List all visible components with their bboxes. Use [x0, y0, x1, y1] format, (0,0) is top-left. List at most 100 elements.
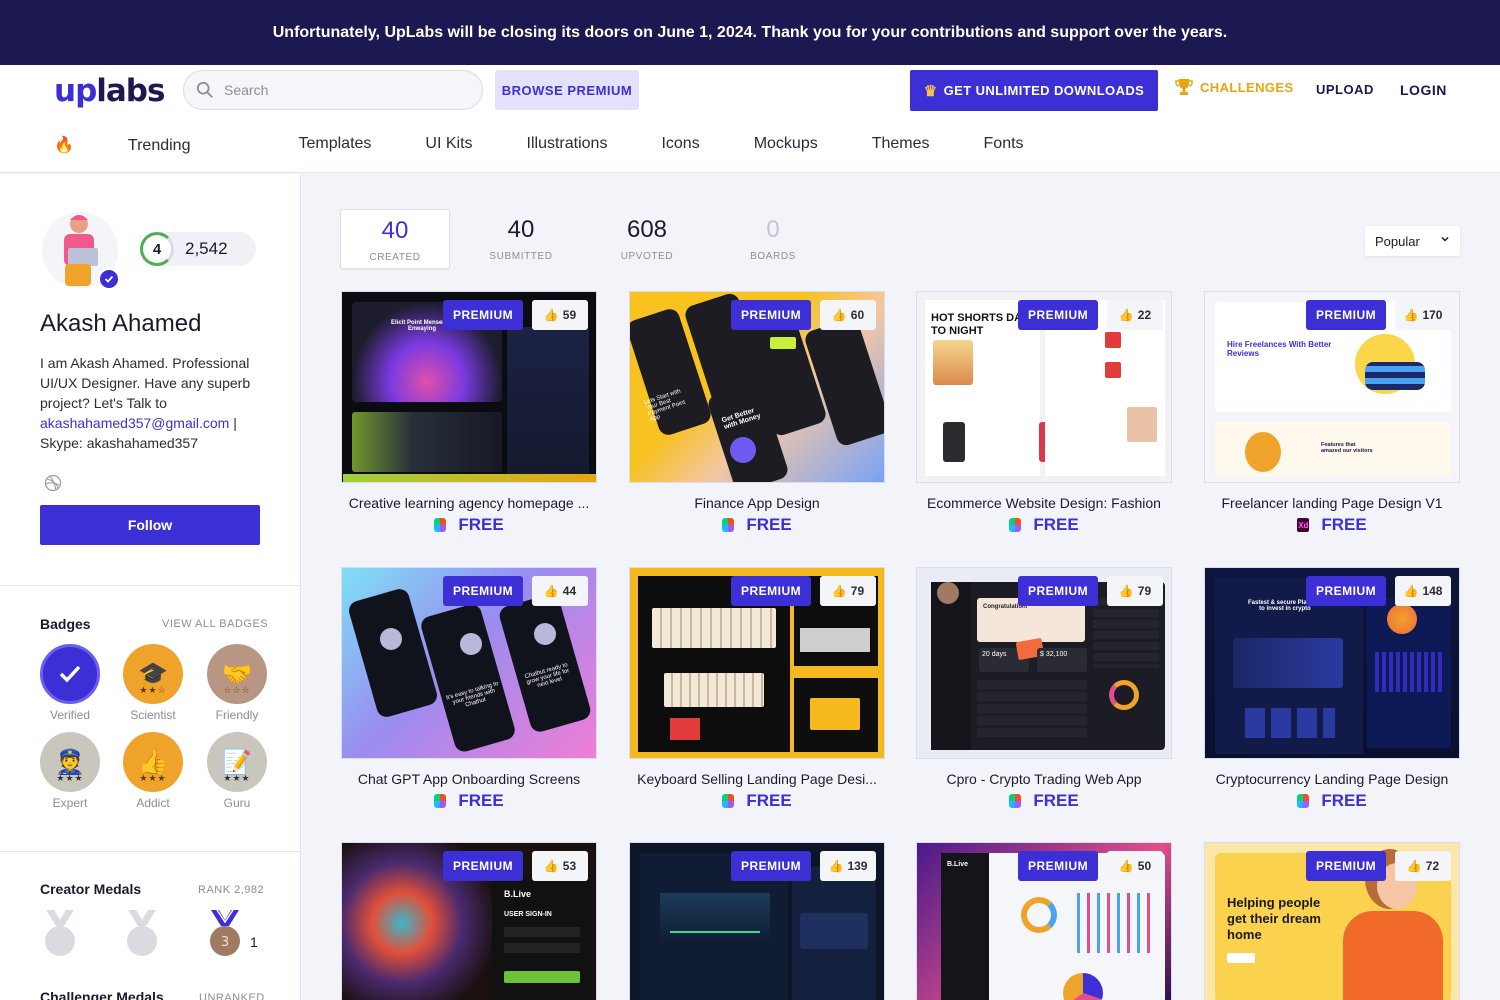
thumbs-up-icon: 👍	[543, 859, 559, 873]
price-label: FREE	[1321, 791, 1367, 810]
design-card[interactable]: Congratulation! 20 days $ 32,100 PREMIUM…	[916, 567, 1172, 811]
figma-icon	[434, 794, 447, 808]
design-card[interactable]: HOT SHORTS DAY TO NIGHT PREMIUM 👍 22 Ecom…	[916, 291, 1172, 535]
thumbs-up-icon: 👍	[1403, 584, 1419, 598]
badge-label: Friendly	[215, 708, 259, 722]
nav-ui-kits[interactable]: UI Kits	[425, 135, 472, 155]
figma-icon	[1009, 794, 1022, 808]
badge-expert[interactable]: 👮 ★★★ Expert	[40, 732, 100, 810]
premium-badge: PREMIUM	[1306, 576, 1387, 606]
nav-trending[interactable]: 🔥 Trending	[54, 135, 244, 155]
like-button[interactable]: 👍 50	[1107, 851, 1163, 881]
follow-button[interactable]: Follow	[40, 505, 260, 545]
thumb-text: Helping people get their dream home	[1227, 895, 1321, 942]
bronze-medal-number: 3	[221, 935, 229, 950]
price-label: FREE	[746, 515, 792, 534]
card-title[interactable]: Freelancer landing Page Design V1	[1204, 495, 1460, 511]
like-button[interactable]: 👍 59	[532, 300, 588, 330]
card-title[interactable]: Chat GPT App Onboarding Screens	[341, 771, 597, 787]
like-button[interactable]: 👍 79	[820, 576, 876, 606]
nav-templates[interactable]: Templates	[298, 135, 371, 155]
badge-addict[interactable]: 👍 ★★★ Addict	[123, 732, 183, 810]
like-button[interactable]: 👍 22	[1107, 300, 1163, 330]
badge-verified[interactable]: Verified	[40, 644, 100, 722]
card-price: FREE	[341, 515, 597, 535]
card-title[interactable]: Cryptocurrency Landing Page Design	[1204, 771, 1460, 787]
card-title[interactable]: Ecommerce Website Design: Fashion	[916, 495, 1172, 511]
banner-text: Unfortunately, UpLabs will be closing it…	[272, 23, 1228, 41]
thumbs-up-icon: 👍	[543, 584, 559, 598]
premium-badge: PREMIUM	[1306, 851, 1387, 881]
browse-premium-button[interactable]: BROWSE PREMIUM	[495, 70, 639, 110]
upload-link[interactable]: UPLOAD	[1316, 82, 1374, 97]
search-box[interactable]	[183, 70, 483, 110]
stat-number: 40	[381, 217, 409, 244]
like-button[interactable]: 👍 79	[1107, 576, 1163, 606]
login-link[interactable]: LOGIN	[1400, 82, 1447, 98]
dribbble-icon[interactable]	[44, 474, 62, 492]
design-card[interactable]: Helping people get their dream home PREM…	[1204, 842, 1460, 1000]
like-count: 148	[1422, 584, 1443, 598]
badge-scientist[interactable]: 🎓 ★★☆ Scientist	[123, 644, 183, 722]
score-pill: 4 2,542	[140, 232, 256, 266]
like-button[interactable]: 👍 170	[1395, 300, 1451, 330]
view-all-badges-link[interactable]: VIEW ALL BADGES	[162, 618, 268, 630]
unlimited-label: GET UNLIMITED DOWNLOADS	[943, 83, 1145, 98]
thumbs-up-icon: 👍	[543, 308, 559, 322]
tab-submitted[interactable]: 40 SUBMITTED	[466, 209, 576, 269]
badge-label: Addict	[136, 796, 170, 810]
card-title[interactable]: Cpro - Crypto Trading Web App	[916, 771, 1172, 787]
card-title[interactable]: Finance App Design	[629, 495, 885, 511]
like-button[interactable]: 👍 44	[532, 576, 588, 606]
chevron-down-icon	[1441, 236, 1449, 242]
bio-text: I am Akash Ahamed. Professional UI/UX De…	[40, 355, 251, 411]
uplabs-logo[interactable]: uplabs	[54, 73, 165, 109]
search-input[interactable]	[224, 82, 464, 98]
design-card[interactable]: PREMIUM 👍 79 Keyboard Selling Landing Pag…	[629, 567, 885, 811]
stat-number: 608	[626, 216, 668, 243]
nav-mockups[interactable]: Mockups	[754, 135, 818, 155]
like-button[interactable]: 👍 139	[820, 851, 876, 881]
badge-guru[interactable]: 📝 ★★★ Guru	[207, 732, 267, 810]
like-button[interactable]: 👍 72	[1395, 851, 1451, 881]
figma-icon	[722, 518, 735, 532]
thumb-text: Hire Freelances With Better Reviews	[1227, 340, 1332, 358]
card-price: FREE	[916, 515, 1172, 535]
figma-icon	[1009, 518, 1022, 532]
price-label: FREE	[1321, 515, 1367, 534]
design-card[interactable]: B.Live PREMIUM 👍 50	[916, 842, 1172, 1000]
thumbs-up-icon: 👍	[831, 584, 847, 598]
design-card[interactable]: PREMIUM 👍 139	[629, 842, 885, 1000]
nav-icons[interactable]: Icons	[661, 135, 699, 155]
design-card[interactable]: Elicit Point Mensen in Enwaying PREMIUM …	[341, 291, 597, 535]
nav-fonts[interactable]: Fonts	[984, 135, 1024, 155]
like-button[interactable]: 👍 148	[1395, 576, 1451, 606]
design-card[interactable]: Hire Freelances With Better Reviews Feat…	[1204, 291, 1460, 535]
sort-select[interactable]: Popular	[1365, 226, 1460, 256]
stat-label: CREATED	[369, 252, 421, 263]
like-button[interactable]: 👍 60	[820, 300, 876, 330]
like-button[interactable]: 👍 53	[532, 851, 588, 881]
badge-label: Expert	[52, 796, 88, 810]
card-title[interactable]: Keyboard Selling Landing Page Desi...	[629, 771, 885, 787]
design-card[interactable]: Lets Start with Your Best Payment Point …	[629, 291, 885, 535]
design-card[interactable]: It's easy to talking to your friends wit…	[341, 567, 597, 811]
tab-boards[interactable]: 0 BOARDS	[718, 209, 828, 269]
tab-upvoted[interactable]: 608 UPVOTED	[592, 209, 702, 269]
design-card[interactable]: B.Live USER SIGN-IN PREMIUM 👍 53	[341, 842, 597, 1000]
nav-illustrations[interactable]: Illustrations	[527, 135, 608, 155]
email-link[interactable]: akashahamed357@gmail.com	[40, 415, 229, 431]
tab-created[interactable]: 40 CREATED	[340, 209, 450, 269]
bronze-medal-icon: 3	[210, 909, 240, 956]
nav-themes[interactable]: Themes	[872, 135, 930, 155]
get-unlimited-downloads-button[interactable]: ♛ GET UNLIMITED DOWNLOADS	[910, 70, 1158, 111]
design-card[interactable]: Fastest & secure Platform to invest in c…	[1204, 567, 1460, 811]
nav-trending-label: Trending	[127, 137, 191, 154]
thumbs-up-icon: 👍	[1118, 584, 1134, 598]
sort-value: Popular	[1375, 233, 1420, 249]
card-title[interactable]: Creative learning agency homepage ...	[341, 495, 597, 511]
badge-friendly[interactable]: 🤝 ☆☆☆ Friendly	[207, 644, 267, 722]
creator-medals-title: Creator Medals	[40, 881, 142, 897]
profile-sidebar: 4 2,542 Akash Ahamed I am Akash Ahamed. …	[0, 174, 301, 1000]
challenges-link[interactable]: CHALLENGES	[1174, 77, 1294, 97]
